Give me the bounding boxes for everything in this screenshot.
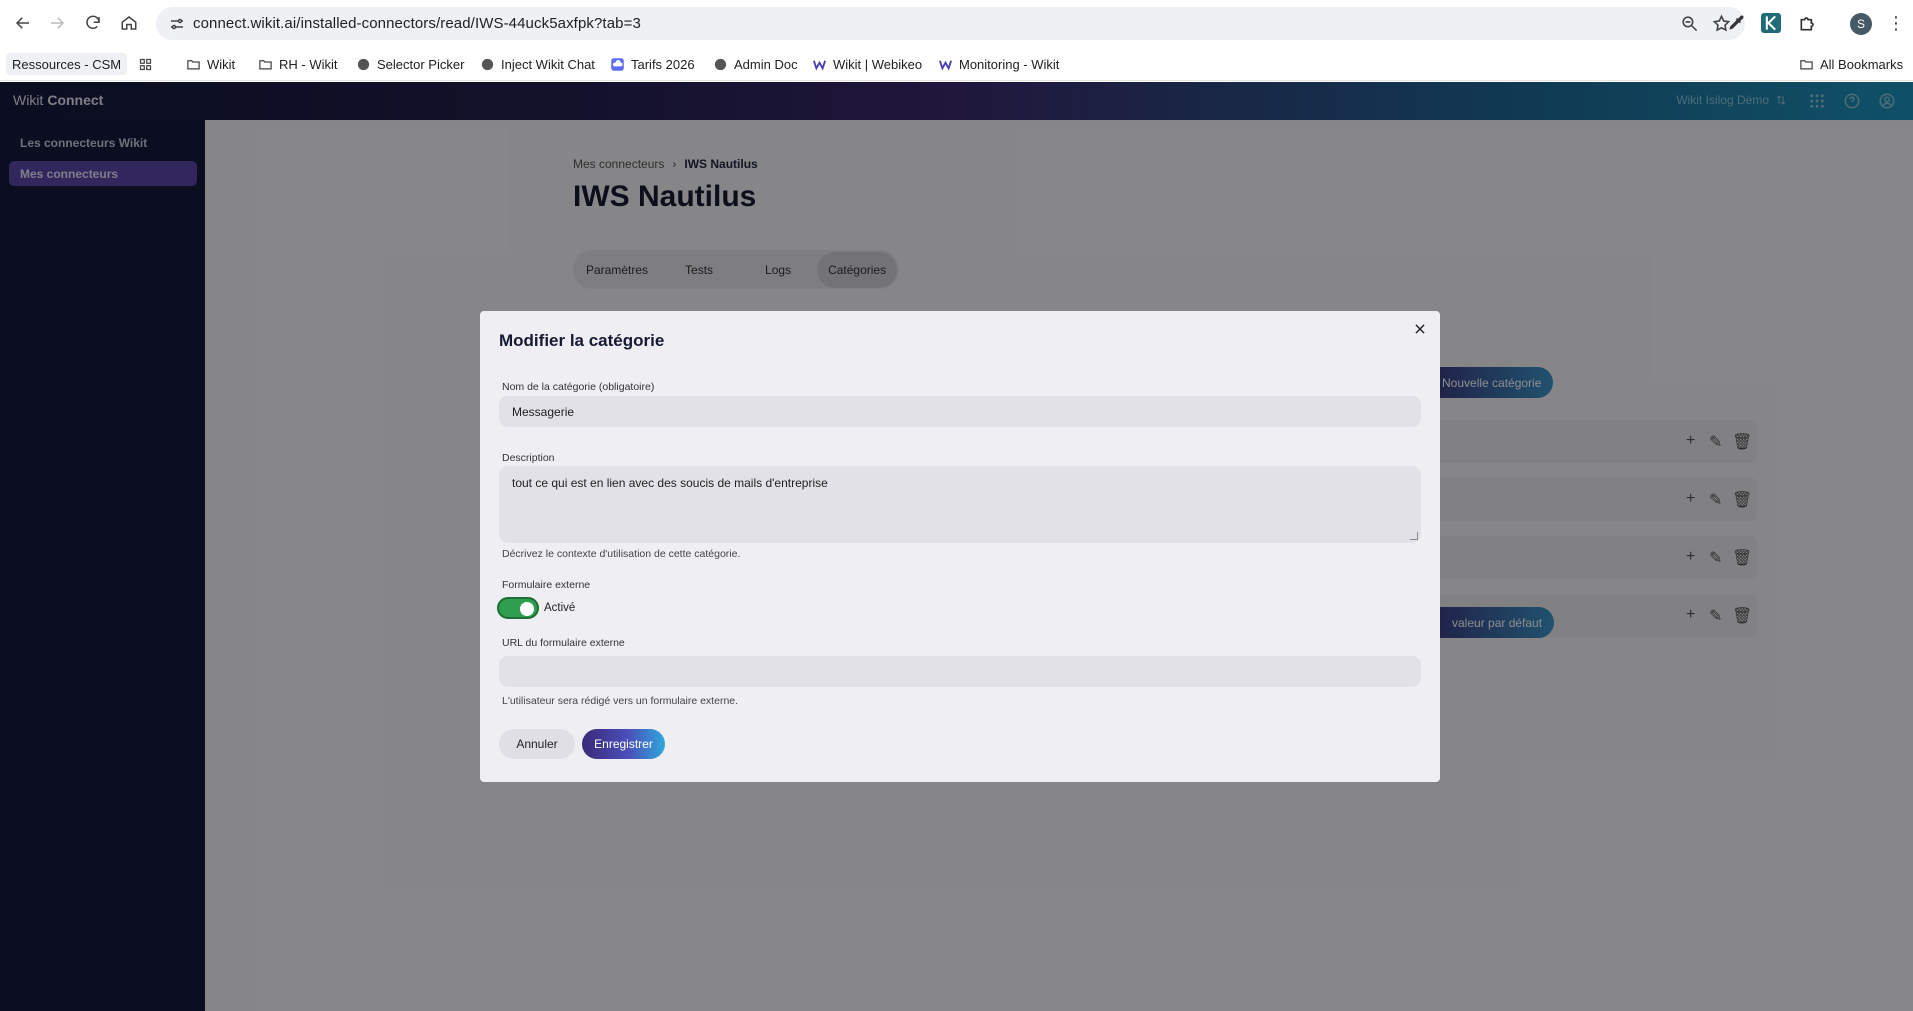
cancel-button[interactable]: Annuler <box>499 729 575 759</box>
all-bookmarks[interactable]: All Bookmarks <box>1799 53 1903 75</box>
bookmark-label: Wikit <box>207 56 236 72</box>
globe-icon <box>714 58 727 70</box>
bookmark-label: RH - Wikit <box>279 56 338 72</box>
bookmark-label: Inject Wikit Chat <box>501 56 595 72</box>
globe-icon <box>481 58 494 70</box>
bookmark-rh-wikit[interactable]: RH - Wikit <box>258 53 338 75</box>
all-bookmarks-label: All Bookmarks <box>1820 56 1904 72</box>
forward-arrow-icon[interactable] <box>44 10 70 36</box>
external-form-toggle[interactable] <box>497 597 539 619</box>
bookmark-inject-wikit-chat[interactable]: Inject Wikit Chat <box>480 53 595 75</box>
apps-grid-icon[interactable] <box>138 53 153 75</box>
folder-icon <box>187 59 200 69</box>
description-textarea[interactable]: tout ce qui est en lien avec des soucis … <box>499 466 1421 543</box>
external-url-input[interactable] <box>499 656 1421 687</box>
globe-icon <box>357 58 370 70</box>
resize-grip-icon[interactable] <box>1410 532 1418 540</box>
eyedropper-extension-icon[interactable] <box>1726 13 1746 33</box>
site-settings-icon[interactable] <box>168 15 186 33</box>
bookmarks-bar: Ressources - CSM Wikit RH - Wikit Select… <box>0 47 1913 81</box>
folder-icon <box>1800 59 1813 69</box>
reload-icon[interactable] <box>80 10 106 36</box>
extensions-puzzle-icon[interactable] <box>1798 13 1818 33</box>
profile-avatar[interactable]: S <box>1850 13 1872 35</box>
bookmark-label: Tarifs 2026 <box>631 56 695 72</box>
wikit-logo-icon <box>812 59 827 71</box>
bookmark-wikit[interactable]: Wikit <box>186 53 235 75</box>
address-bar[interactable]: connect.wikit.ai/installed-connectors/re… <box>156 7 1745 40</box>
bookmark-label: Admin Doc <box>734 56 798 72</box>
bookmark-label: Wikit | Webikeo <box>833 56 923 72</box>
bookmark-selector-picker[interactable]: Selector Picker <box>356 53 464 75</box>
zoom-icon[interactable] <box>1680 14 1699 33</box>
external-url-hint: L'utilisateur sera rédigé vers un formul… <box>502 695 739 707</box>
toggle-knob <box>520 602 534 616</box>
url-text[interactable]: connect.wikit.ai/installed-connectors/re… <box>193 15 641 32</box>
bookmark-wikit-webikeo[interactable]: Wikit | Webikeo <box>812 53 922 75</box>
wikit-logo-icon <box>938 59 953 71</box>
bookmark-ressources-csm[interactable]: Ressources - CSM <box>6 53 128 75</box>
cloud-icon <box>611 57 624 71</box>
bookmark-admin-doc[interactable]: Admin Doc <box>713 53 798 75</box>
extension-k-icon[interactable] <box>1761 13 1781 33</box>
bookmark-label: Selector Picker <box>377 56 465 72</box>
description-text: tout ce qui est en lien avec des soucis … <box>512 476 828 490</box>
save-button[interactable]: Enregistrer <box>582 729 665 759</box>
external-form-state: Activé <box>544 602 576 614</box>
external-url-label: URL du formulaire externe <box>502 637 625 649</box>
bookmark-tarifs-2026[interactable]: Tarifs 2026 <box>610 53 695 75</box>
folder-icon <box>259 59 272 69</box>
bookmark-monitoring-wikit[interactable]: Monitoring - Wikit <box>938 53 1059 75</box>
browser-menu-icon[interactable]: ⋮ <box>1887 13 1905 35</box>
description-label: Description <box>502 452 555 464</box>
edit-category-dialog: Modifier la catégorie Nom de la catégori… <box>480 311 1440 782</box>
category-name-label: Nom de la catégorie (obligatoire) <box>502 381 655 393</box>
description-hint: Décrivez le contexte d'utilisation de ce… <box>502 548 741 560</box>
external-form-label: Formulaire externe <box>502 579 591 591</box>
bookmark-label: Monitoring - Wikit <box>959 56 1060 72</box>
back-arrow-icon[interactable] <box>10 10 36 36</box>
category-name-input[interactable]: Messagerie <box>499 396 1421 427</box>
home-icon[interactable] <box>116 10 142 36</box>
close-icon[interactable] <box>1413 322 1427 336</box>
browser-toolbar: connect.wikit.ai/installed-connectors/re… <box>0 0 1913 47</box>
dialog-title: Modifier la catégorie <box>499 331 665 350</box>
